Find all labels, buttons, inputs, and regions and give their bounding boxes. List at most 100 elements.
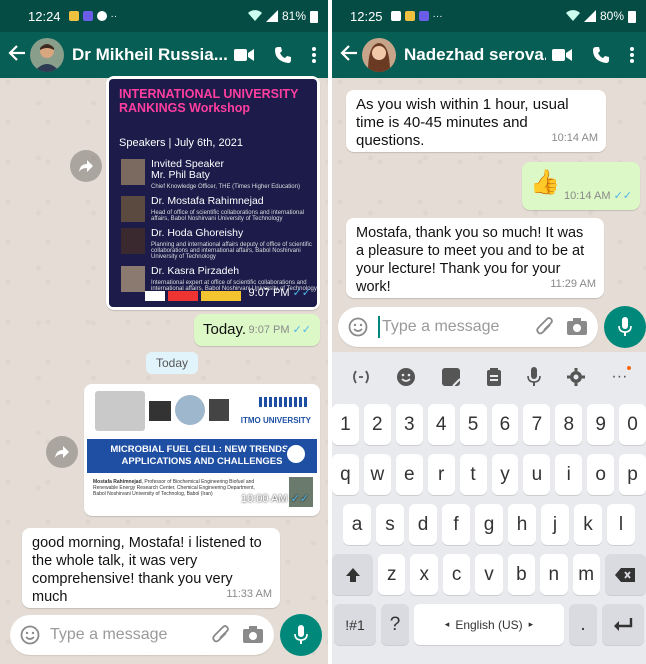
- speaker-name: Dr. Mostafa Rahimnejad: [151, 195, 264, 207]
- emoji-icon[interactable]: [348, 317, 368, 337]
- forward-button[interactable]: [70, 150, 102, 182]
- workshop-poster[interactable]: INTERNATIONAL UNIVERSITY RANKINGS Worksh…: [109, 79, 317, 307]
- message-time: 11:29 AM: [550, 278, 596, 290]
- key-9[interactable]: 9: [587, 404, 615, 445]
- more-options-icon[interactable]: [630, 46, 634, 64]
- camera-icon[interactable]: [242, 626, 264, 644]
- key-p[interactable]: p: [619, 454, 646, 495]
- speaker-photo: [121, 196, 145, 222]
- key-k[interactable]: k: [574, 504, 602, 545]
- incoming-message[interactable]: As you wish within 1 hour, usual time is…: [346, 90, 606, 152]
- key-r[interactable]: r: [427, 454, 455, 495]
- incoming-message[interactable]: Mostafa, thank you so much! It was a ple…: [346, 218, 604, 298]
- key-q[interactable]: q: [332, 454, 359, 495]
- poster-illustration: [209, 399, 229, 421]
- outgoing-message[interactable]: 👍 10:14 AM ✓✓: [522, 162, 640, 210]
- emoji-icon[interactable]: [20, 625, 40, 645]
- key-f[interactable]: f: [442, 504, 470, 545]
- image-message[interactable]: INTERNATIONAL UNIVERSITY RANKINGS Worksh…: [106, 76, 320, 310]
- key-6[interactable]: 6: [491, 404, 519, 445]
- space-bar[interactable]: ◂ English (US) ▸: [414, 604, 564, 645]
- contact-name[interactable]: Nadezhad serova...: [404, 45, 546, 65]
- battery-percent: 81%: [281, 9, 306, 23]
- key-x[interactable]: x: [410, 554, 438, 595]
- emoji-keyboard-icon[interactable]: [396, 367, 416, 387]
- shift-key[interactable]: [332, 554, 374, 595]
- voice-call-icon[interactable]: [592, 46, 610, 64]
- lecture-title-line2: APPLICATIONS AND CHALLENGES: [121, 456, 283, 467]
- key-n[interactable]: n: [540, 554, 568, 595]
- video-call-icon[interactable]: [234, 48, 254, 62]
- message-input[interactable]: Type a message: [338, 307, 598, 347]
- key-u[interactable]: u: [523, 454, 551, 495]
- settings-gear-icon[interactable]: [566, 367, 586, 387]
- key-j[interactable]: j: [541, 504, 569, 545]
- video-call-icon[interactable]: [552, 48, 572, 62]
- more-options-icon[interactable]: [312, 46, 316, 64]
- key-i[interactable]: i: [555, 454, 583, 495]
- attach-icon[interactable]: [536, 317, 554, 337]
- right-chat-screen: 12:25 ··· 80% Nadezhad serova... As you …: [332, 0, 646, 664]
- key-5[interactable]: 5: [459, 404, 487, 445]
- input-placeholder: Type a message: [382, 318, 500, 335]
- itmo-logo-text: ITMO UNIVERSITY: [240, 416, 311, 425]
- enter-key[interactable]: [602, 604, 644, 645]
- key-v[interactable]: v: [475, 554, 503, 595]
- voice-call-icon[interactable]: [274, 46, 292, 64]
- key-a[interactable]: a: [343, 504, 371, 545]
- more-notifications-icon: ··: [110, 10, 118, 22]
- clipboard-icon[interactable]: [486, 367, 502, 387]
- camera-icon[interactable]: [566, 318, 588, 336]
- message-time: 9:07 PM: [248, 287, 290, 299]
- more-options-icon[interactable]: ···: [611, 366, 632, 386]
- outgoing-message[interactable]: Today. 9:07 PM ✓✓: [194, 314, 320, 346]
- lecture-title: MICROBIAL FUEL CELL: NEW TRENDS , APPLIC…: [87, 439, 317, 473]
- message-text: Today.: [203, 321, 247, 338]
- key-m[interactable]: m: [572, 554, 600, 595]
- key-y[interactable]: y: [491, 454, 519, 495]
- key-o[interactable]: o: [587, 454, 615, 495]
- image-message[interactable]: ITMO UNIVERSITY MICROBIAL FUEL CELL: NEW…: [84, 384, 320, 516]
- back-arrow-icon[interactable]: [8, 42, 26, 68]
- key-c[interactable]: c: [442, 554, 471, 595]
- key-question[interactable]: ?: [381, 604, 409, 645]
- voice-input-icon[interactable]: [527, 367, 541, 387]
- contact-avatar[interactable]: [30, 38, 64, 72]
- message-input[interactable]: Type a message: [10, 615, 274, 655]
- poster-illustration: [149, 401, 171, 421]
- backspace-key[interactable]: [604, 554, 646, 595]
- contact-avatar[interactable]: [362, 38, 396, 72]
- key-g[interactable]: g: [475, 504, 503, 545]
- key-7[interactable]: 7: [523, 404, 551, 445]
- read-receipt-icon: ✓✓: [290, 493, 309, 505]
- key-e[interactable]: e: [395, 454, 423, 495]
- key-w[interactable]: w: [363, 454, 391, 495]
- incoming-message[interactable]: good morning, Mostafa! i listened to the…: [22, 528, 280, 608]
- voice-message-button[interactable]: [604, 306, 646, 348]
- sticker-icon[interactable]: [441, 367, 461, 387]
- text-cursor-control-icon[interactable]: [351, 367, 371, 387]
- voice-message-button[interactable]: [280, 614, 322, 656]
- key-h[interactable]: h: [508, 504, 536, 545]
- key-3[interactable]: 3: [395, 404, 423, 445]
- forward-button[interactable]: [46, 436, 78, 468]
- lecture-poster[interactable]: ITMO UNIVERSITY MICROBIAL FUEL CELL: NEW…: [87, 387, 317, 513]
- language-left-arrow-icon: ◂: [444, 619, 450, 629]
- key-period[interactable]: .: [569, 604, 597, 645]
- key-d[interactable]: d: [409, 504, 437, 545]
- thumbs-up-icon: 👍: [530, 169, 560, 196]
- key-4[interactable]: 4: [427, 404, 455, 445]
- symbols-key[interactable]: !#1: [334, 604, 376, 645]
- key-1[interactable]: 1: [332, 404, 359, 445]
- key-l[interactable]: l: [607, 504, 635, 545]
- back-arrow-icon[interactable]: [340, 42, 358, 68]
- key-z[interactable]: z: [378, 554, 406, 595]
- key-b[interactable]: b: [507, 554, 536, 595]
- key-2[interactable]: 2: [363, 404, 391, 445]
- contact-name[interactable]: Dr Mikheil Russia...: [72, 45, 228, 65]
- key-0[interactable]: 0: [619, 404, 646, 445]
- key-t[interactable]: t: [459, 454, 487, 495]
- key-s[interactable]: s: [376, 504, 404, 545]
- attach-icon[interactable]: [212, 625, 230, 645]
- key-8[interactable]: 8: [555, 404, 583, 445]
